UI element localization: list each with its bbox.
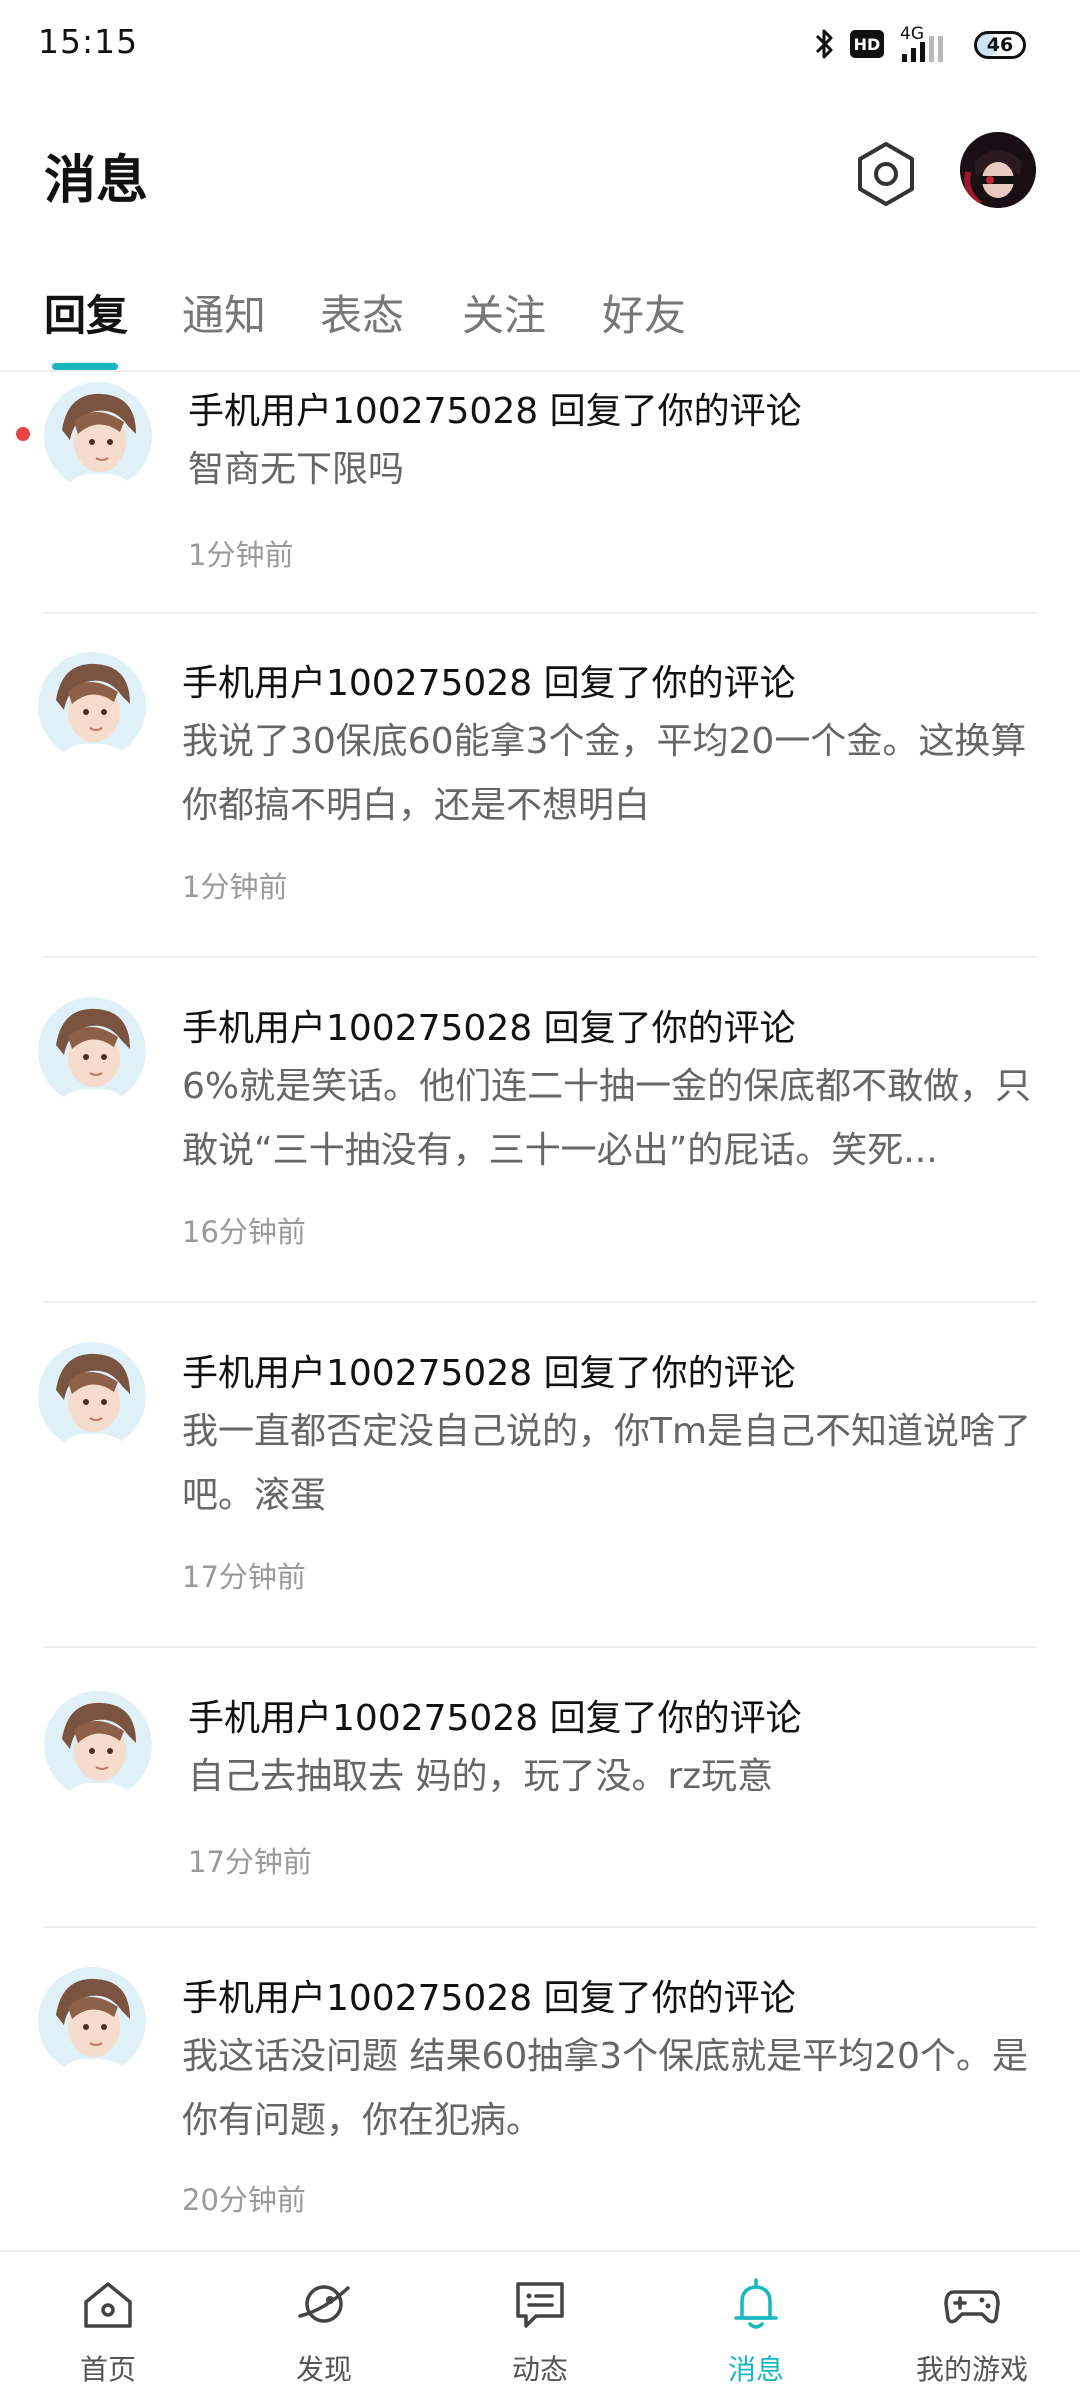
nav-my-games-label: 我的游戏 <box>915 2353 1028 2386</box>
message-title: 手机用户100275028 回复了你的评论 <box>188 391 802 432</box>
divider <box>44 1926 1036 1928</box>
message-body: 我说了30保底60能拿3个金，平均20一个金。这换算你都搞不明白，还是不想明白 <box>182 721 1027 826</box>
sender-avatar[interactable] <box>44 1691 152 1799</box>
nav-messages-label: 消息 <box>727 2353 784 2386</box>
message-body: 6%就是笑话。他们连二十抽一金的保底都不敢做，只敢说“三十抽没有，三十一必出”的… <box>182 1066 1032 1171</box>
nav-messages[interactable]: 消息 <box>648 2252 864 2400</box>
gamepad-icon <box>944 2290 1000 2324</box>
home-icon <box>84 2282 132 2328</box>
user-avatar[interactable] <box>960 132 1036 208</box>
divider <box>44 1301 1036 1303</box>
tab-reaction[interactable]: 表态 <box>320 282 404 343</box>
message-time: 1分钟前 <box>188 538 294 572</box>
message-body: 智商无下限吗 <box>188 449 405 490</box>
status-bar: 15:15 HD 4G 46 <box>0 0 1080 90</box>
nav-home-label: 首页 <box>79 2353 136 2386</box>
message-item[interactable]: 手机用户100275028 回复了你的评论 自己去抽取去 妈的，玩了没。rz玩意… <box>0 1649 1080 1929</box>
battery-icon: 46 <box>968 25 1032 63</box>
message-body: 自己去抽取去 妈的，玩了没。rz玩意 <box>188 1756 774 1797</box>
message-title: 手机用户100275028 回复了你的评论 <box>182 663 796 704</box>
message-item[interactable]: 手机用户100275028 回复了你的评论 我说了30保底60能拿3个金，平均2… <box>0 614 1080 959</box>
bottom-nav: 首页 发现 动态 消息 我的游戏 <box>0 2250 1080 2400</box>
nav-discover[interactable]: 发现 <box>216 2252 432 2400</box>
message-time: 20分钟前 <box>182 2183 306 2217</box>
status-icons: HD 4G 46 <box>814 22 1032 66</box>
network-type: 4G <box>900 24 924 44</box>
nav-my-games[interactable]: 我的游戏 <box>864 2252 1080 2400</box>
chat-bubble-icon <box>516 2282 564 2328</box>
sender-avatar[interactable] <box>38 1967 146 2075</box>
bluetooth-icon <box>814 27 836 61</box>
tab-notice[interactable]: 通知 <box>182 282 266 343</box>
message-body: 我一直都否定没自己说的，你Tm是自己不知道说啥了吧。滚蛋 <box>182 1411 1032 1516</box>
message-title: 手机用户100275028 回复了你的评论 <box>182 1353 796 1394</box>
active-tab-indicator <box>52 363 118 370</box>
message-item[interactable]: 手机用户100275028 回复了你的评论 我一直都否定没自己说的，你Tm是自己… <box>0 1304 1080 1649</box>
message-item[interactable]: 手机用户100275028 回复了你的评论 6%就是笑话。他们连二十抽一金的保底… <box>0 959 1080 1304</box>
message-item[interactable]: 手机用户100275028 回复了你的评论 我这话没问题 结果60抽拿3个保底就… <box>0 1929 1080 2252</box>
message-time: 1分钟前 <box>182 870 288 904</box>
battery-level: 46 <box>986 34 1014 56</box>
unread-dot <box>16 427 30 441</box>
nav-home[interactable]: 首页 <box>0 2252 216 2400</box>
sender-avatar[interactable] <box>38 652 146 760</box>
message-item[interactable]: 手机用户100275028 回复了你的评论 智商无下限吗 1分钟前 <box>0 372 1080 614</box>
bell-icon <box>734 2278 778 2329</box>
message-list: 手机用户100275028 回复了你的评论 智商无下限吗 1分钟前 手机用户10… <box>0 372 1080 2252</box>
divider <box>44 956 1036 958</box>
tab-friends[interactable]: 好友 <box>602 282 686 343</box>
message-title: 手机用户100275028 回复了你的评论 <box>188 1698 802 1739</box>
signal-icon: 4G <box>898 22 954 66</box>
status-time: 15:15 <box>38 22 139 61</box>
sender-avatar[interactable] <box>38 997 146 1105</box>
page-title: 消息 <box>44 151 149 211</box>
planet-icon <box>298 2285 350 2323</box>
sender-avatar[interactable] <box>38 1342 146 1450</box>
tab-follow[interactable]: 关注 <box>462 282 546 343</box>
tab-reply[interactable]: 回复 <box>44 282 128 343</box>
hd-icon: HD <box>850 30 884 58</box>
message-time: 16分钟前 <box>182 1215 306 1249</box>
nav-feed-label: 动态 <box>511 2353 568 2386</box>
nav-feed[interactable]: 动态 <box>432 2252 648 2400</box>
settings-button[interactable] <box>850 138 922 210</box>
sender-avatar[interactable] <box>44 382 152 490</box>
message-body: 我这话没问题 结果60抽拿3个保底就是平均20个。是你有问题，你在犯病。 <box>182 2036 1028 2141</box>
message-title: 手机用户100275028 回复了你的评论 <box>182 1978 796 2019</box>
hexagon-settings-icon <box>858 142 914 206</box>
message-title: 手机用户100275028 回复了你的评论 <box>182 1008 796 1049</box>
header: 消息 <box>0 120 1080 230</box>
message-time: 17分钟前 <box>182 1560 306 1594</box>
message-time: 17分钟前 <box>188 1845 312 1879</box>
tabs: 回复 通知 表态 关注 好友 <box>0 270 1080 370</box>
nav-discover-label: 发现 <box>295 2353 352 2386</box>
divider <box>44 1646 1036 1648</box>
